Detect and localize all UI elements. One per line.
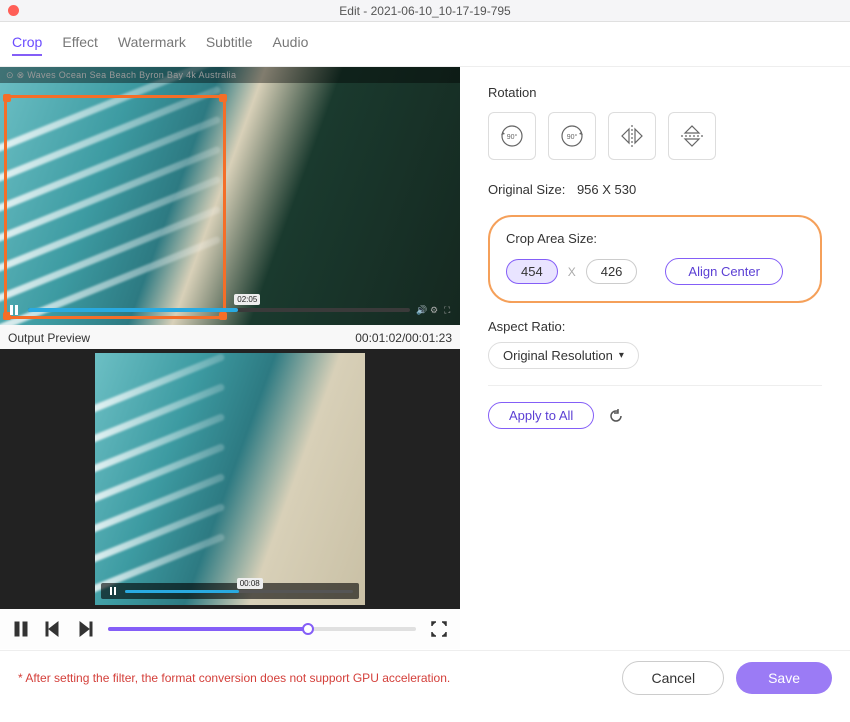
step-back-button[interactable] [44,620,62,638]
crop-area-label: Crop Area Size: [506,231,804,246]
output-preview-label: Output Preview [8,331,90,345]
video-metadata-bar: ⊙ ⊗ Waves Ocean Sea Beach Byron Bay 4k A… [0,67,460,83]
apply-to-all-button[interactable]: Apply to All [488,402,594,429]
titlebar: Edit - 2021-06-10_10-17-19-795 [0,0,850,22]
rotate-right-button[interactable]: 90° [548,112,596,160]
tab-subtitle[interactable]: Subtitle [206,34,253,56]
pause-icon[interactable] [107,585,119,597]
flip-vertical-button[interactable] [668,112,716,160]
footer: * After setting the filter, the format c… [0,650,850,704]
save-button[interactable]: Save [736,662,832,694]
tab-bar: Crop Effect Watermark Subtitle Audio [0,22,850,67]
fullscreen-icon[interactable]: ⛶ [444,305,454,315]
cancel-button[interactable]: Cancel [622,661,724,695]
source-video[interactable]: ⊙ ⊗ Waves Ocean Sea Beach Byron Bay 4k A… [0,67,460,325]
chevron-down-icon: ▾ [619,350,624,361]
close-window-icon[interactable] [8,5,19,16]
divider [488,385,822,386]
window-title: Edit - 2021-06-10_10-17-19-795 [0,4,850,18]
rotation-label: Rotation [488,85,822,100]
preview-header: Output Preview 00:01:02/00:01:23 [0,325,460,349]
warning-text: * After setting the filter, the format c… [18,671,610,685]
original-size-label: Original Size: [488,182,565,197]
rotate-left-button[interactable]: 90° [488,112,536,160]
reset-button[interactable] [608,408,624,424]
crop-handle-tr[interactable] [219,94,227,102]
right-panel: Rotation 90° 90° Original Size: 956 X 53… [460,67,850,650]
preview-player-bar: 00:08 [101,583,359,599]
flip-horizontal-button[interactable] [608,112,656,160]
output-preview: 00:08 [0,349,460,609]
volume-icon[interactable]: 🔊 [416,305,426,315]
tab-crop[interactable]: Crop [12,34,42,56]
aspect-ratio-value: Original Resolution [503,348,613,363]
svg-text:90°: 90° [507,133,518,141]
global-seek[interactable] [108,627,416,631]
original-size-row: Original Size: 956 X 530 [488,182,822,197]
aspect-ratio-select[interactable]: Original Resolution ▾ [488,342,639,369]
preview-seek[interactable]: 00:08 [125,590,353,593]
tab-audio[interactable]: Audio [273,34,309,56]
pause-icon[interactable] [6,302,22,318]
fullscreen-button[interactable] [430,620,448,638]
time-badge: 00:08 [237,578,263,589]
crop-handle-tl[interactable] [3,94,11,102]
align-center-button[interactable]: Align Center [665,258,783,285]
crop-selection[interactable] [4,95,226,319]
time-badge: 02:05 [234,294,260,305]
source-seek[interactable]: 02:05 [28,308,410,312]
dimension-separator: X [568,265,576,279]
aspect-ratio-label: Aspect Ratio: [488,319,822,334]
window-controls [8,5,19,16]
aspect-ratio-row: Aspect Ratio: Original Resolution ▾ [488,319,822,369]
svg-text:90°: 90° [567,133,578,141]
step-forward-button[interactable] [76,620,94,638]
preview-timecode: 00:01:02/00:01:23 [355,331,452,345]
original-size-value: 956 X 530 [577,182,636,197]
crop-area-box: Crop Area Size: 454 X 426 Align Center [488,215,822,303]
crop-width-input[interactable]: 454 [506,259,558,284]
settings-icon[interactable]: ⚙ [430,305,440,315]
play-pause-button[interactable] [12,620,30,638]
preview-thumbnail: 00:08 [95,353,365,605]
tab-effect[interactable]: Effect [62,34,98,56]
crop-height-input[interactable]: 426 [586,259,638,284]
global-playbar [0,609,460,649]
source-player-bar: 02:05 🔊 ⚙ ⛶ [6,301,454,319]
tab-watermark[interactable]: Watermark [118,34,186,56]
seek-knob[interactable] [302,623,314,635]
left-panel: ⊙ ⊗ Waves Ocean Sea Beach Byron Bay 4k A… [0,67,460,650]
